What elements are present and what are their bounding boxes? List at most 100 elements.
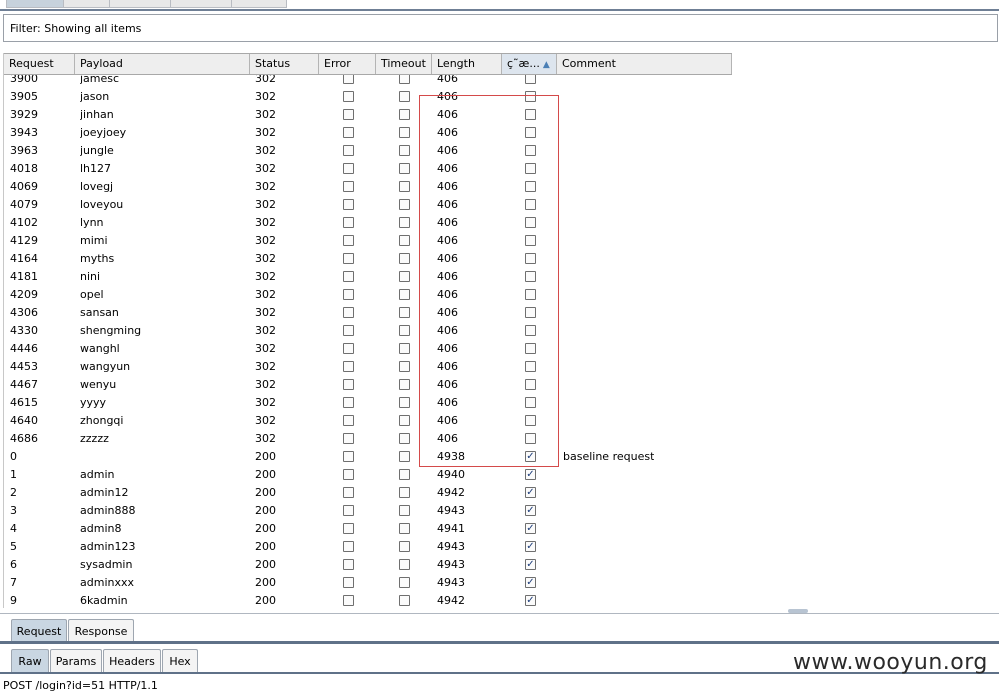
top-tab-2[interactable] — [63, 0, 110, 8]
tab-params[interactable]: Params — [50, 649, 102, 672]
checkbox-timeout[interactable] — [399, 253, 410, 264]
checkbox-timeout[interactable] — [399, 127, 410, 138]
checkbox-grep[interactable] — [525, 415, 536, 426]
table-row[interactable]: 4079 loveyou 302 406 — [4, 196, 732, 214]
checkbox-timeout[interactable] — [399, 343, 410, 354]
checkbox-error[interactable] — [343, 181, 354, 192]
table-row[interactable]: 3 admin888 200 4943 ✓ — [4, 502, 732, 520]
table-row[interactable]: 7 adminxxx 200 4943 ✓ — [4, 574, 732, 592]
checkbox-error[interactable] — [343, 235, 354, 246]
table-row[interactable]: 4615 yyyy 302 406 — [4, 394, 732, 412]
checkbox-checked-grep[interactable]: ✓ — [525, 451, 536, 462]
checkbox-error[interactable] — [343, 451, 354, 462]
table-body[interactable]: 3900 jamesc 302 406 3905 jason 302 406 3929 jinha… — [4, 75, 999, 606]
table-row[interactable]: 3943 joeyjoey 302 406 — [4, 124, 732, 142]
checkbox-timeout[interactable] — [399, 307, 410, 318]
checkbox-timeout[interactable] — [399, 361, 410, 372]
checkbox-checked-grep[interactable]: ✓ — [525, 523, 536, 534]
table-row[interactable]: 4129 mimi 302 406 — [4, 232, 732, 250]
table-row[interactable]: 4 admin8 200 4941 ✓ — [4, 520, 732, 538]
checkbox-error[interactable] — [343, 559, 354, 570]
checkbox-timeout[interactable] — [399, 217, 410, 228]
checkbox-grep[interactable] — [525, 433, 536, 444]
checkbox-grep[interactable] — [525, 109, 536, 120]
checkbox-grep[interactable] — [525, 343, 536, 354]
checkbox-timeout[interactable] — [399, 181, 410, 192]
table-row[interactable]: 9 6kadmin 200 4942 ✓ — [4, 592, 732, 606]
top-tab-4[interactable] — [170, 0, 232, 8]
top-tab-5[interactable] — [231, 0, 287, 8]
checkbox-grep[interactable] — [525, 271, 536, 282]
checkbox-timeout[interactable] — [399, 451, 410, 462]
checkbox-error[interactable] — [343, 271, 354, 282]
checkbox-grep[interactable] — [525, 325, 536, 336]
table-row[interactable]: 1 admin 200 4940 ✓ — [4, 466, 732, 484]
checkbox-timeout[interactable] — [399, 433, 410, 444]
table-row[interactable]: 2 admin12 200 4942 ✓ — [4, 484, 732, 502]
checkbox-checked-grep[interactable]: ✓ — [525, 487, 536, 498]
checkbox-error[interactable] — [343, 325, 354, 336]
column-header-length[interactable]: Length — [432, 54, 502, 74]
table-row[interactable]: 4446 wanghl 302 406 — [4, 340, 732, 358]
checkbox-timeout[interactable] — [399, 199, 410, 210]
checkbox-error[interactable] — [343, 253, 354, 264]
column-header-payload[interactable]: Payload — [75, 54, 250, 74]
checkbox-error[interactable] — [343, 379, 354, 390]
top-tab-1[interactable] — [6, 0, 64, 8]
table-row[interactable]: 4164 myths 302 406 — [4, 250, 732, 268]
checkbox-timeout[interactable] — [399, 379, 410, 390]
table-row[interactable]: 3963 jungle 302 406 — [4, 142, 732, 160]
checkbox-error[interactable] — [343, 523, 354, 534]
checkbox-grep[interactable] — [525, 397, 536, 408]
checkbox-timeout[interactable] — [399, 577, 410, 588]
checkbox-timeout[interactable] — [399, 397, 410, 408]
table-row[interactable]: 0 200 4938 ✓ baseline request — [4, 448, 732, 466]
checkbox-timeout[interactable] — [399, 325, 410, 336]
column-header-status[interactable]: Status — [250, 54, 319, 74]
checkbox-error[interactable] — [343, 199, 354, 210]
checkbox-timeout[interactable] — [399, 487, 410, 498]
table-row[interactable]: 4330 shengming 302 406 — [4, 322, 732, 340]
checkbox-timeout[interactable] — [399, 163, 410, 174]
checkbox-timeout[interactable] — [399, 523, 410, 534]
checkbox-checked-grep[interactable]: ✓ — [525, 505, 536, 516]
checkbox-timeout[interactable] — [399, 289, 410, 300]
table-row[interactable]: 4306 sansan 302 406 — [4, 304, 732, 322]
table-row[interactable]: 6 sysadmin 200 4943 ✓ — [4, 556, 732, 574]
checkbox-grep[interactable] — [525, 163, 536, 174]
checkbox-checked-grep[interactable]: ✓ — [525, 577, 536, 588]
table-row[interactable]: 4467 wenyu 302 406 — [4, 376, 732, 394]
checkbox-timeout[interactable] — [399, 145, 410, 156]
checkbox-grep[interactable] — [525, 145, 536, 156]
checkbox-error[interactable] — [343, 163, 354, 174]
table-row[interactable]: 4640 zhongqi 302 406 — [4, 412, 732, 430]
checkbox-error[interactable] — [343, 595, 354, 606]
column-header-comment[interactable]: Comment — [557, 54, 732, 74]
checkbox-error[interactable] — [343, 91, 354, 102]
checkbox-grep[interactable] — [525, 217, 536, 228]
checkbox-error[interactable] — [343, 75, 354, 84]
filter-bar[interactable]: Filter: Showing all items — [3, 14, 998, 42]
table-row[interactable]: 4453 wangyun 302 406 — [4, 358, 732, 376]
checkbox-error[interactable] — [343, 127, 354, 138]
table-row[interactable]: 4102 lynn 302 406 — [4, 214, 732, 232]
checkbox-checked-grep[interactable]: ✓ — [525, 469, 536, 480]
checkbox-grep[interactable] — [525, 361, 536, 372]
tab-response[interactable]: Response — [68, 619, 134, 642]
checkbox-error[interactable] — [343, 289, 354, 300]
table-row[interactable]: 3929 jinhan 302 406 — [4, 106, 732, 124]
table-row[interactable]: 4686 zzzzz 302 406 — [4, 430, 732, 448]
checkbox-timeout[interactable] — [399, 469, 410, 480]
tab-request[interactable]: Request — [11, 619, 67, 642]
checkbox-timeout[interactable] — [399, 271, 410, 282]
column-header-grep[interactable]: ç˜æ... ▲ — [502, 54, 557, 74]
checkbox-error[interactable] — [343, 469, 354, 480]
checkbox-grep[interactable] — [525, 91, 536, 102]
checkbox-error[interactable] — [343, 487, 354, 498]
table-row[interactable]: 3905 jason 302 406 — [4, 88, 732, 106]
tab-headers[interactable]: Headers — [103, 649, 161, 672]
results-table[interactable]: Request Payload Status Error Timeout Len… — [3, 53, 999, 608]
checkbox-error[interactable] — [343, 397, 354, 408]
checkbox-grep[interactable] — [525, 253, 536, 264]
checkbox-grep[interactable] — [525, 307, 536, 318]
